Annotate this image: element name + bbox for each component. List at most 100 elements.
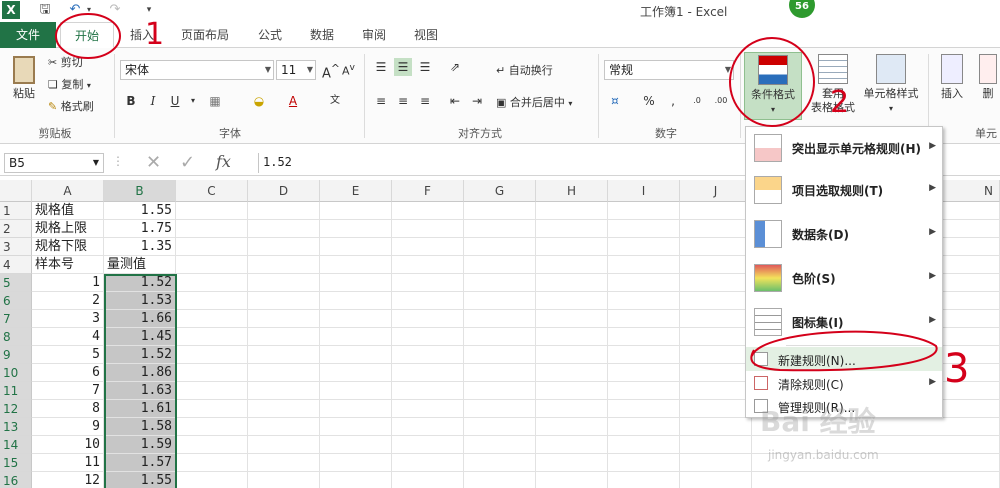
column-header-h[interactable]: H: [536, 180, 608, 202]
empty-cell[interactable]: [248, 382, 320, 400]
empty-cell[interactable]: [248, 400, 320, 418]
cell-a[interactable]: 5: [32, 346, 104, 364]
empty-cell[interactable]: [464, 292, 536, 310]
empty-cell[interactable]: [680, 220, 752, 238]
row-header[interactable]: 7: [0, 310, 32, 328]
align-middle-icon[interactable]: ☰: [394, 58, 412, 76]
empty-cell[interactable]: [392, 454, 464, 472]
empty-cell[interactable]: [536, 400, 608, 418]
cell-styles-button[interactable]: 单元格样式 ▾: [860, 52, 922, 120]
cancel-icon[interactable]: ✕: [146, 152, 161, 173]
cell-a[interactable]: 6: [32, 364, 104, 382]
row-header[interactable]: 9: [0, 346, 32, 364]
empty-cell[interactable]: [536, 328, 608, 346]
cut-button[interactable]: ✂ 剪切: [48, 54, 83, 70]
cell-a[interactable]: 7: [32, 382, 104, 400]
undo-dropdown-icon[interactable]: ▾: [80, 1, 98, 19]
name-box[interactable]: B5 ▼: [4, 153, 104, 173]
cell-b[interactable]: 1.58: [104, 418, 176, 436]
conditional-formatting-button[interactable]: 条件格式 ▾: [744, 52, 802, 120]
empty-cell[interactable]: [248, 328, 320, 346]
cell-a[interactable]: 样本号: [32, 256, 104, 274]
menu-item-top-bottom[interactable]: 项目选取规则(T) ▶: [746, 171, 942, 209]
align-left-icon[interactable]: ≡: [372, 92, 390, 110]
empty-cell[interactable]: [536, 274, 608, 292]
empty-cell[interactable]: [176, 274, 248, 292]
customize-quick-access-icon[interactable]: ▾: [140, 1, 158, 19]
cell-b[interactable]: 1.61: [104, 400, 176, 418]
empty-cell[interactable]: [464, 472, 536, 488]
merge-center-button[interactable]: ▣ 合并后居中 ▾: [496, 94, 572, 110]
grow-font-button[interactable]: A^: [322, 62, 340, 81]
cell-a[interactable]: 规格上限: [32, 220, 104, 238]
cell-a[interactable]: 规格下限: [32, 238, 104, 256]
row-header[interactable]: 3: [0, 238, 32, 256]
empty-cell[interactable]: [176, 418, 248, 436]
empty-cell[interactable]: [464, 328, 536, 346]
column-header-d[interactable]: D: [248, 180, 320, 202]
empty-cell[interactable]: [536, 418, 608, 436]
empty-cell[interactable]: [248, 364, 320, 382]
empty-cell[interactable]: [608, 292, 680, 310]
menu-item-color-scales[interactable]: 色阶(S) ▶: [746, 259, 942, 297]
enter-icon[interactable]: ✓: [180, 152, 195, 173]
delete-cells-button[interactable]: 删: [976, 52, 1000, 120]
cell-a[interactable]: 2: [32, 292, 104, 310]
cell-b[interactable]: 1.52: [104, 274, 176, 292]
empty-cell[interactable]: [320, 454, 392, 472]
row-header[interactable]: 13: [0, 418, 32, 436]
empty-cell[interactable]: [536, 238, 608, 256]
save-icon[interactable]: 🖫: [36, 1, 54, 19]
align-right-icon[interactable]: ≡: [416, 92, 434, 110]
align-top-icon[interactable]: ☰: [372, 58, 390, 76]
insert-cells-button[interactable]: 插入: [934, 52, 970, 120]
empty-cell[interactable]: [464, 238, 536, 256]
empty-cell[interactable]: [248, 220, 320, 238]
empty-cell[interactable]: [608, 364, 680, 382]
row-header[interactable]: 12: [0, 400, 32, 418]
empty-cell[interactable]: [608, 256, 680, 274]
empty-cell[interactable]: [392, 382, 464, 400]
empty-cell[interactable]: [608, 454, 680, 472]
empty-cell[interactable]: [320, 436, 392, 454]
empty-cell[interactable]: [248, 274, 320, 292]
empty-cell[interactable]: [176, 472, 248, 488]
empty-cell[interactable]: [680, 274, 752, 292]
insert-function-icon[interactable]: fx: [216, 152, 231, 171]
row-header[interactable]: 8: [0, 328, 32, 346]
empty-cell[interactable]: [536, 220, 608, 238]
empty-cell[interactable]: [392, 472, 464, 488]
increase-decimal-icon[interactable]: .0: [688, 92, 706, 110]
row-header[interactable]: 1: [0, 202, 32, 220]
empty-cell[interactable]: [320, 382, 392, 400]
italic-button[interactable]: I: [144, 92, 162, 110]
column-header-e[interactable]: E: [320, 180, 392, 202]
empty-cell[interactable]: [608, 220, 680, 238]
row-header[interactable]: 14: [0, 436, 32, 454]
empty-cell[interactable]: [248, 202, 320, 220]
cell-b[interactable]: 1.45: [104, 328, 176, 346]
empty-cell[interactable]: [536, 256, 608, 274]
bold-button[interactable]: B: [122, 92, 140, 110]
empty-cell[interactable]: [608, 274, 680, 292]
fill-color-icon[interactable]: ◒: [250, 92, 268, 110]
tab-file[interactable]: 文件: [0, 22, 56, 48]
empty-cell[interactable]: [176, 238, 248, 256]
menu-item-clear-rules[interactable]: 清除规则(C) ▶: [746, 371, 942, 395]
empty-cell[interactable]: [176, 364, 248, 382]
empty-cell[interactable]: [464, 202, 536, 220]
empty-cell[interactable]: [464, 346, 536, 364]
cell-a[interactable]: 8: [32, 400, 104, 418]
number-format-combo[interactable]: 常规 ▼: [604, 60, 734, 80]
cell-b[interactable]: 1.53: [104, 292, 176, 310]
redo-icon[interactable]: ↷: [106, 1, 124, 19]
empty-cell[interactable]: [320, 346, 392, 364]
empty-cell[interactable]: [464, 256, 536, 274]
empty-cell[interactable]: [248, 238, 320, 256]
empty-cell[interactable]: [176, 202, 248, 220]
cell-b[interactable]: 1.55: [104, 202, 176, 220]
cell-b[interactable]: 1.52: [104, 346, 176, 364]
empty-cell[interactable]: [320, 256, 392, 274]
empty-cell[interactable]: [680, 346, 752, 364]
empty-cell[interactable]: [608, 400, 680, 418]
